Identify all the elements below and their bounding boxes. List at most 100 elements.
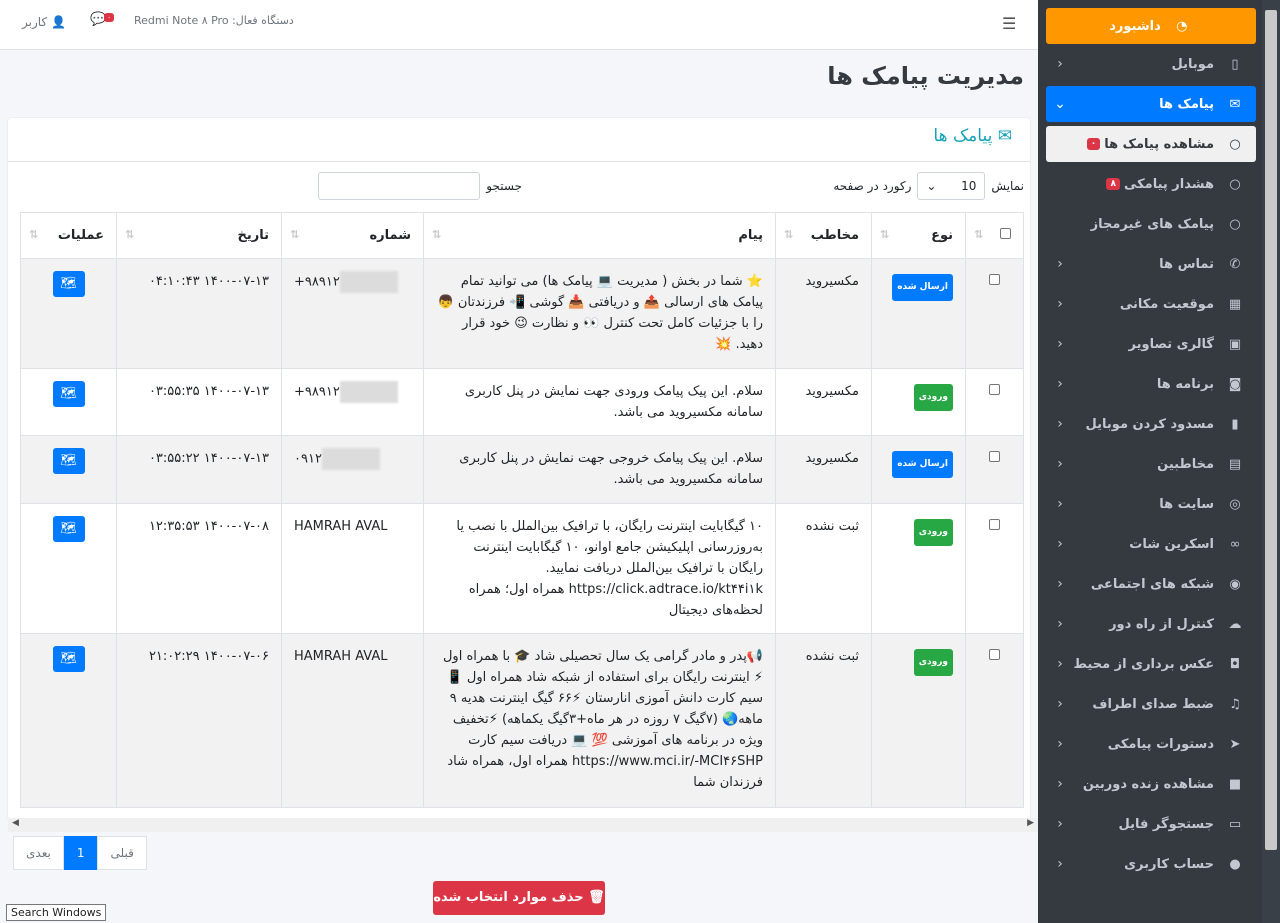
- next-page-button[interactable]: بعدی: [13, 836, 64, 870]
- sort-icon: ⇅: [880, 228, 890, 241]
- sidebar: ◔ داشبورد ▯ موبایل ‹ ✉ پیامک ها ⌄ ○ مشاهده پیامک …: [1038, 0, 1280, 923]
- sidebar-item-chrome[interactable]: ◎ سایت ها ‹: [1046, 486, 1256, 522]
- actions-cell: 🗺: [20, 435, 117, 504]
- message-cell: ⭐ شما در بخش ( مدیریت 💻 پیامک ها) می توا…: [423, 258, 776, 369]
- column-header-type[interactable]: نوع ⇅: [871, 212, 966, 259]
- sidebar-label-text: سایت ها: [1159, 496, 1214, 512]
- select-all-checkbox[interactable]: [1000, 228, 1011, 239]
- sidebar-item-envelope[interactable]: ✉ پیامک ها ⌄: [1046, 86, 1256, 122]
- row-checkbox[interactable]: [989, 649, 1000, 660]
- sidebar-item-image[interactable]: ▣ گالری تصاویر ‹: [1046, 326, 1256, 362]
- column-header-contact[interactable]: مخاطب ⇅: [775, 212, 872, 259]
- contact-cell: مکسیروید: [775, 435, 872, 504]
- scroll-left-icon[interactable]: ◀: [12, 818, 19, 828]
- sort-icon[interactable]: ⇅: [974, 228, 983, 241]
- sidebar-item-paper-plane[interactable]: ➤ دستورات پیامکی ‹: [1046, 726, 1256, 762]
- chevron-left-icon: ‹: [1057, 256, 1063, 272]
- sidebar-item-eye[interactable]: ◉ شبکه های اجتماعی ‹: [1046, 566, 1256, 602]
- row-checkbox[interactable]: [989, 519, 1000, 530]
- column-header-message[interactable]: پیام ⇅: [423, 212, 776, 259]
- map-icon[interactable]: 🗺: [52, 381, 85, 407]
- row-checkbox[interactable]: [989, 384, 1000, 395]
- messages-button[interactable]: 💬 ۰: [90, 12, 115, 27]
- map-icon[interactable]: 🗺: [52, 271, 85, 297]
- horizontal-scrollbar[interactable]: ◀ ▶: [8, 818, 1038, 832]
- page-1-button[interactable]: 1: [63, 836, 98, 870]
- table-controls: نمایش ⌄ 10 رکورد در صفحه جستجو: [8, 172, 1030, 202]
- sidebar-label-text: جستجوگر فایل: [1118, 816, 1214, 832]
- sidebar-item-dashboard[interactable]: ◔ داشبورد: [1046, 8, 1256, 44]
- book-icon: ▤: [1228, 456, 1242, 472]
- chevron-left-icon: ‹: [1057, 656, 1063, 672]
- sidebar-label-text: موبایل: [1171, 56, 1214, 72]
- map-icon[interactable]: 🗺: [52, 646, 85, 672]
- page-length-select[interactable]: ⌄ 10: [917, 172, 986, 200]
- map-icon[interactable]: 🗺: [52, 516, 85, 542]
- sidebar-item-video[interactable]: ■ مشاهده زنده دوربین ‹: [1046, 766, 1256, 802]
- type-badge: ارسال شده: [892, 274, 953, 301]
- actions-cell: 🗺: [20, 258, 117, 369]
- chevron-left-icon: ‹: [1057, 536, 1063, 552]
- chevron-left-icon: ‹: [1057, 816, 1063, 832]
- sidebar-item-phone[interactable]: ✆ تماس ها ‹: [1046, 246, 1256, 282]
- sidebar-item-label: مشاهده زنده دوربین: [1070, 777, 1214, 792]
- sidebar-item-map[interactable]: ▦ موقعیت مکانی ‹: [1046, 286, 1256, 322]
- chevron-left-icon: ‹: [1057, 696, 1063, 712]
- row-select-cell: [965, 368, 1024, 436]
- sidebar-item-audio-file[interactable]: ♫ ضبط صدای اطراف ‹: [1046, 686, 1256, 722]
- row-checkbox[interactable]: [989, 274, 1000, 285]
- sidebar-label-text: اسکرین شات: [1129, 536, 1214, 552]
- delete-selected-button[interactable]: 🗑 حذف موارد انتخاب شده: [433, 881, 605, 915]
- card-title: پیامک ها: [933, 126, 993, 146]
- sidebar-item-label: برنامه ها: [1070, 377, 1214, 392]
- sidebar-label-text: شبکه های اجتماعی: [1090, 576, 1214, 592]
- sidebar-item-lock[interactable]: ▮ مسدود کردن موبایل ‹: [1046, 406, 1256, 442]
- sidebar-scroll-thumb[interactable]: [1265, 10, 1277, 850]
- header-label: شماره: [369, 228, 411, 243]
- sidebar-item-gamepad[interactable]: ◙ برنامه ها ‹: [1046, 366, 1256, 402]
- sidebar-item-circle[interactable]: ○ مشاهده پیامک ها۰: [1046, 126, 1256, 162]
- sidebar-item-mobile[interactable]: ▯ موبایل ‹: [1046, 46, 1256, 82]
- table-row: ارسال شده مکسیروید ⭐ شما در بخش ( مدیریت 💻…: [20, 258, 1024, 369]
- map-icon[interactable]: 🗺: [52, 448, 85, 474]
- sidebar-item-cloud[interactable]: ☁ کنترل از راه دور ‹: [1046, 606, 1256, 642]
- date-cell: ۱۴۰۰-۰۷-۱۳ ۰۳:۵۵:۲۲: [116, 435, 282, 504]
- sidebar-item-label: داشبورد: [1109, 19, 1161, 34]
- number-cell: HAMRAH AVAL: [281, 503, 424, 634]
- sidebar-item-circle[interactable]: ○ هشدار پیامکی۸: [1046, 166, 1256, 202]
- sidebar-item-folder[interactable]: ▭ جستجوگر فایل ‹: [1046, 806, 1256, 842]
- search-input[interactable]: [318, 172, 481, 200]
- sidebar-label-text: پیامک های غیرمجاز: [1090, 216, 1214, 232]
- sidebar-item-label: سایت ها: [1070, 497, 1214, 512]
- sidebar-scrollbar[interactable]: [1262, 0, 1280, 923]
- sidebar-item-circle[interactable]: ○ پیامک های غیرمجاز: [1046, 206, 1256, 242]
- sidebar-item-label: اسکرین شات: [1070, 537, 1214, 552]
- prev-page-button[interactable]: قبلی: [97, 836, 147, 870]
- phone-number: ۰۹۱۲: [294, 451, 322, 467]
- column-header-number[interactable]: شماره ⇅: [281, 212, 424, 259]
- sidebar-item-binoculars[interactable]: ∞ اسکرین شات ‹: [1046, 526, 1256, 562]
- contact-cell: ثبت نشده: [775, 633, 872, 808]
- column-header-actions[interactable]: عملیات ⇅: [20, 212, 117, 259]
- sidebar-item-label: شبکه های اجتماعی: [1070, 577, 1214, 592]
- message-cell: سلام. این پیک پیامک خروجی جهت نمایش در پ…: [423, 435, 776, 504]
- sidebar-item-camera[interactable]: ◘ عکس برداری از محیط ‹: [1046, 646, 1256, 682]
- user-menu[interactable]: 👤 کاربر: [22, 15, 66, 29]
- date-cell: ۱۴۰۰-۰۷-۰۶ ۲۱:۰۲:۲۹: [116, 633, 282, 808]
- chevron-left-icon: ‹: [1057, 336, 1063, 352]
- sidebar-item-book[interactable]: ▤ مخاطبین ‹: [1046, 446, 1256, 482]
- menu-toggle-icon[interactable]: ☰: [1002, 14, 1016, 33]
- sort-icon: ⇅: [290, 228, 300, 241]
- column-header-date[interactable]: تاریخ ⇅: [116, 212, 282, 259]
- scroll-right-icon[interactable]: ▶: [1027, 818, 1034, 828]
- row-checkbox[interactable]: [989, 451, 1000, 462]
- camera-icon: ◘: [1229, 656, 1241, 672]
- sidebar-item-user[interactable]: ● حساب کاربری ‹: [1046, 846, 1256, 882]
- actions-cell: 🗺: [20, 503, 117, 634]
- actions-cell: 🗺: [20, 633, 117, 808]
- contact-cell: مکسیروید: [775, 258, 872, 369]
- table-row: ورودی ثبت نشده 📢پدر و مادر گرامی یک سال تح…: [20, 633, 1024, 808]
- sidebar-label-text: مشاهده زنده دوربین: [1082, 776, 1214, 792]
- phone-number: HAMRAH AVAL: [294, 649, 388, 664]
- page-title: مدیریت پیامک ها: [827, 62, 1024, 90]
